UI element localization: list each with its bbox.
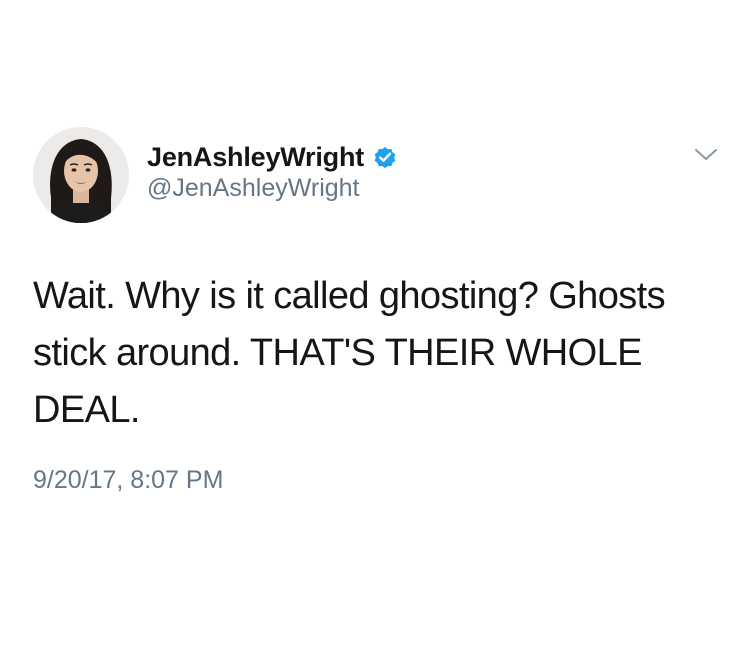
tweet-text: Wait. Why is it called ghosting? Ghosts … (33, 275, 666, 431)
avatar[interactable] (33, 127, 129, 223)
tweet-card: JenAshleyWright @JenAshleyWright Wait. W… (0, 0, 750, 646)
author-handle[interactable]: @JenAshleyWright (147, 174, 360, 203)
display-name[interactable]: JenAshleyWright (147, 142, 364, 173)
chevron-down-icon[interactable] (693, 145, 719, 165)
verified-badge-icon (372, 144, 398, 170)
profile-photo-icon (33, 127, 129, 223)
author-name-row[interactable]: JenAshleyWright (147, 139, 398, 175)
tweet-timestamp[interactable]: 9/20/17, 8:07 PM (33, 466, 223, 495)
